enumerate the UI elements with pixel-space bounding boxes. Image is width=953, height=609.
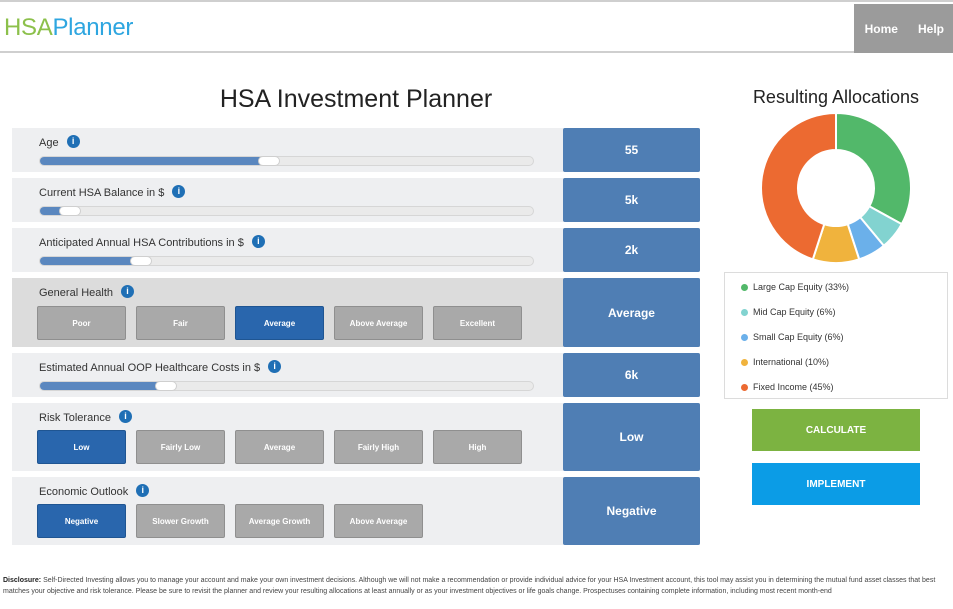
health-option-fair[interactable]: Fair	[136, 306, 225, 340]
health-option-excellent[interactable]: Excellent	[433, 306, 522, 340]
contributions-row: Anticipated Annual HSA Contributions in …	[12, 228, 700, 272]
oop-label: Estimated Annual OOP Healthcare Costs in…	[39, 362, 261, 374]
calculate-button[interactable]: CALCULATE	[752, 409, 920, 451]
disclosure-body: Self-Directed Investing allows you to ma…	[3, 577, 936, 595]
outlook-label: Economic Outlook	[39, 486, 129, 498]
outlook-label-group: Economic Outlook i	[39, 484, 150, 498]
allocation-legend: Large Cap Equity (33%) Mid Cap Equity (6…	[724, 272, 948, 399]
health-option-poor[interactable]: Poor	[37, 306, 126, 340]
legend-label: Large Cap Equity (33%)	[753, 282, 850, 292]
disclosure-text: Disclosure: Self-Directed Investing allo…	[3, 575, 948, 597]
risk-option-average[interactable]: Average	[235, 430, 324, 464]
oop-label-group: Estimated Annual OOP Healthcare Costs in…	[39, 360, 282, 374]
balance-label-group: Current HSA Balance in $ i	[39, 185, 186, 199]
outlook-option-above-average[interactable]: Above Average	[334, 504, 423, 538]
health-label-group: General Health i	[39, 285, 134, 299]
legend-dot	[741, 283, 748, 291]
legend-item-international: International (10%)	[741, 357, 829, 367]
risk-option-fairly-high[interactable]: Fairly High	[334, 430, 423, 464]
page-title: HSA Investment Planner	[219, 85, 493, 113]
age-row: Age i 55	[12, 128, 700, 172]
risk-option-high[interactable]: High	[433, 430, 522, 464]
legend-item-mid-cap: Mid Cap Equity (6%)	[741, 307, 836, 317]
contributions-slider-handle[interactable]	[130, 256, 153, 266]
allocations-title: Resulting Allocations	[752, 87, 920, 107]
outlook-option-slower-growth[interactable]: Slower Growth	[136, 504, 225, 538]
legend-item-small-cap: Small Cap Equity (6%)	[741, 332, 844, 342]
contributions-info-icon[interactable]: i	[251, 235, 265, 248]
oop-value: 6k	[563, 353, 700, 397]
legend-label: Small Cap Equity (6%)	[753, 332, 844, 342]
outlook-options: Negative Slower Growth Average Growth Ab…	[37, 504, 433, 538]
economic-outlook-row: Economic Outlook i Negative Slower Growt…	[12, 477, 700, 545]
age-slider[interactable]	[39, 156, 534, 166]
legend-dot	[741, 358, 748, 366]
outlook-option-average-growth[interactable]: Average Growth	[235, 504, 324, 538]
risk-label: Risk Tolerance	[39, 412, 111, 424]
health-info-icon[interactable]: i	[121, 285, 134, 298]
balance-slider-handle[interactable]	[58, 206, 81, 216]
balance-value: 5k	[563, 178, 700, 222]
logo-hsa-text: HSA	[4, 14, 53, 41]
outlook-option-negative[interactable]: Negative	[37, 504, 126, 538]
contributions-slider[interactable]	[39, 256, 534, 266]
oop-slider-fill	[40, 382, 166, 390]
age-label-group: Age i	[39, 135, 80, 149]
top-navigation-bar: HSAPlanner Home Help	[0, 0, 953, 53]
contributions-label: Anticipated Annual HSA Contributions in …	[39, 237, 244, 249]
contributions-label-group: Anticipated Annual HSA Contributions in …	[39, 235, 265, 249]
age-slider-handle[interactable]	[258, 156, 281, 166]
age-info-icon[interactable]: i	[66, 135, 80, 148]
health-value: Average	[563, 278, 700, 347]
health-options: Poor Fair Average Above Average Excellen…	[37, 306, 532, 340]
health-option-average[interactable]: Average	[235, 306, 324, 340]
oop-info-icon[interactable]: i	[268, 360, 282, 373]
legend-item-large-cap: Large Cap Equity (33%)	[741, 282, 849, 292]
risk-options: Low Fairly Low Average Fairly High High	[37, 430, 532, 464]
age-value: 55	[563, 128, 700, 172]
risk-option-low[interactable]: Low	[37, 430, 126, 464]
balance-info-icon[interactable]: i	[172, 185, 186, 198]
general-health-row: General Health i Poor Fair Average Above…	[12, 278, 700, 347]
disclosure-lead: Disclosure:	[3, 577, 42, 584]
risk-option-fairly-low[interactable]: Fairly Low	[136, 430, 225, 464]
legend-dot	[741, 383, 748, 391]
allocation-donut-chart	[760, 112, 912, 264]
health-option-above-average[interactable]: Above Average	[334, 306, 423, 340]
implement-button[interactable]: IMPLEMENT	[752, 463, 920, 505]
nav-help-link[interactable]: Help	[907, 4, 953, 53]
hsa-planner-logo[interactable]: HSAPlanner	[4, 14, 133, 42]
health-label: General Health	[39, 287, 113, 299]
legend-item-fixed-income: Fixed Income (45%)	[741, 382, 834, 392]
nav-menu: Home Help	[853, 4, 953, 53]
donut-slice-0	[835, 112, 912, 226]
contributions-value: 2k	[563, 228, 700, 272]
logo-planner-text: Planner	[52, 14, 134, 41]
outlook-value: Negative	[563, 477, 700, 545]
contributions-slider-fill	[40, 257, 142, 265]
age-label: Age	[39, 137, 59, 149]
legend-label: International (10%)	[753, 357, 830, 367]
outlook-info-icon[interactable]: i	[136, 484, 150, 497]
risk-value: Low	[563, 403, 700, 471]
nav-home-link[interactable]: Home	[854, 4, 907, 53]
risk-tolerance-row: Risk Tolerance i Low Fairly Low Average …	[12, 403, 700, 471]
balance-label: Current HSA Balance in $	[39, 187, 165, 199]
age-slider-fill	[40, 157, 270, 165]
oop-costs-row: Estimated Annual OOP Healthcare Costs in…	[12, 353, 700, 397]
balance-slider[interactable]	[39, 206, 534, 216]
oop-slider[interactable]	[39, 381, 534, 391]
legend-label: Fixed Income (45%)	[753, 382, 834, 392]
risk-label-group: Risk Tolerance i	[39, 410, 132, 424]
oop-slider-handle[interactable]	[154, 381, 177, 391]
legend-dot	[741, 333, 748, 341]
legend-label: Mid Cap Equity (6%)	[753, 307, 836, 317]
balance-row: Current HSA Balance in $ i 5k	[12, 178, 700, 222]
legend-dot	[741, 308, 748, 316]
risk-info-icon[interactable]: i	[118, 410, 132, 423]
